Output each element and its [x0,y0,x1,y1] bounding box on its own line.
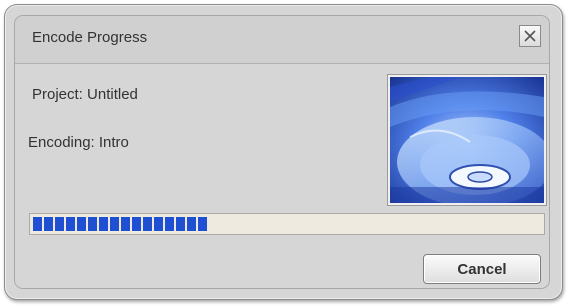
close-button[interactable] [519,25,541,47]
encoding-label: Encoding: Intro [28,134,129,151]
dialog-frame: Encode Progress Project: Untitled Encodi… [14,15,550,289]
encode-progress-dialog: Encode Progress Project: Untitled Encodi… [4,4,563,300]
progress-bar-fill [33,217,207,231]
dialog-content: Project: Untitled Encoding: Intro Cancel [15,64,549,288]
close-x-icon [524,30,536,42]
window-title: Encode Progress [32,29,148,46]
dvd-preview-image [387,74,547,206]
progress-bar [29,213,545,235]
project-label: Project: Untitled [32,86,138,103]
cancel-button[interactable]: Cancel [423,254,541,284]
title-bar[interactable]: Encode Progress [15,16,549,64]
